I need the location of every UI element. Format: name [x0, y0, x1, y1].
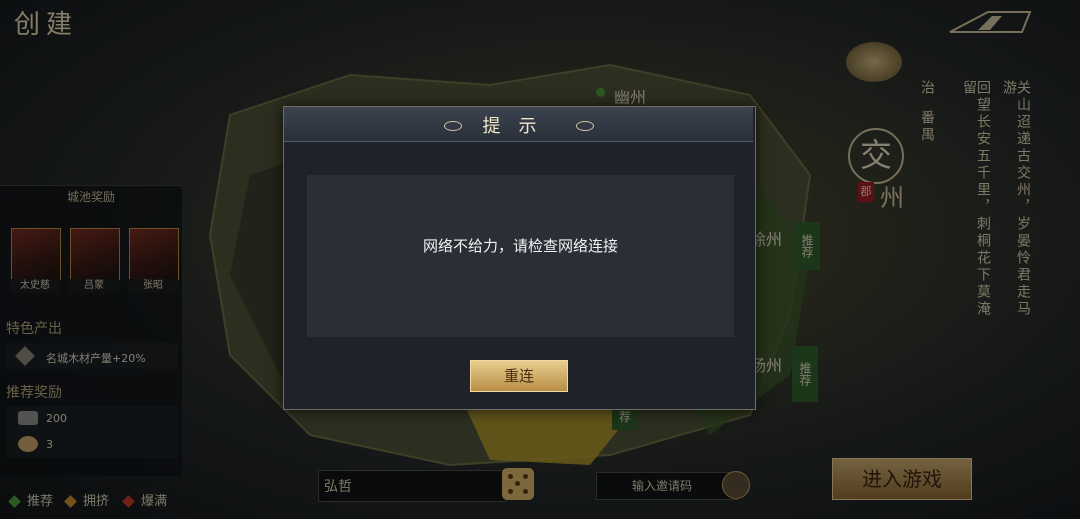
dialog-message-box: [307, 175, 734, 337]
reconnect-button[interactable]: 重连: [470, 360, 568, 392]
dialog-title: 提示: [482, 116, 555, 137]
dialog-message: 网络不给力，请检查网络连接: [422, 237, 618, 255]
